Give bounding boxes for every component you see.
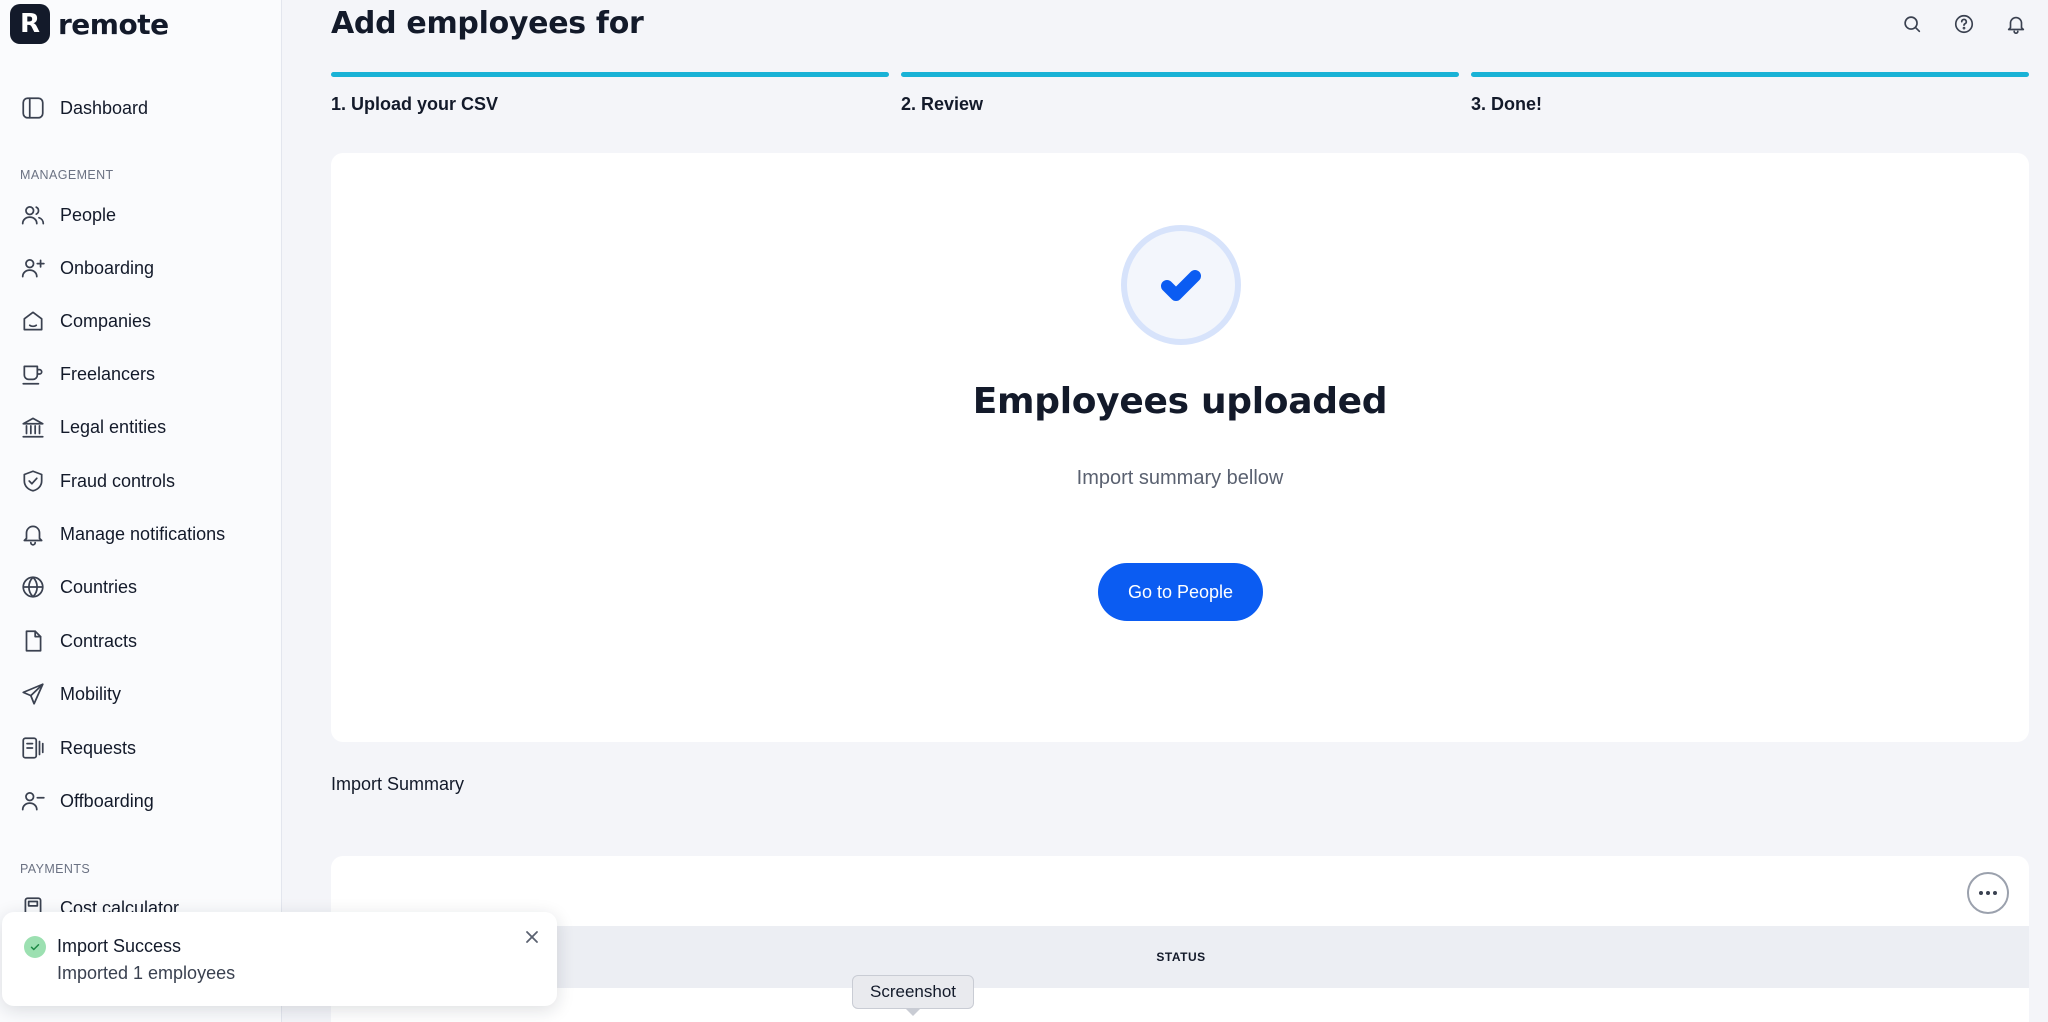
help-icon (1954, 14, 1974, 34)
sidebar-item-countries[interactable]: Countries (20, 569, 137, 605)
sidebar-item-requests[interactable]: Requests (20, 730, 136, 766)
company-icon (23, 311, 43, 331)
sidebar-item-mobility[interactable]: Mobility (20, 676, 121, 712)
search-button[interactable] (1900, 12, 1924, 36)
sidebar-item-people[interactable]: People (20, 197, 116, 233)
sidebar-item-companies[interactable]: Companies (20, 303, 151, 339)
section-label-management: MANAGEMENT (20, 168, 114, 182)
bank-icon (22, 417, 44, 438)
notifications-button[interactable] (2004, 12, 2028, 36)
step-review: 2. Review (901, 72, 1459, 115)
success-check (1121, 225, 1241, 345)
document-icon (25, 630, 42, 652)
success-subtitle: Import summary bellow (1076, 467, 1284, 489)
step-bar (901, 72, 1459, 77)
more-options-button[interactable] (1967, 872, 2009, 914)
logo-mark: R (10, 4, 50, 44)
user-plus-icon (21, 259, 45, 278)
sidebar-item-dashboard[interactable]: Dashboard (20, 90, 148, 126)
sidebar-item-contracts[interactable]: Contracts (20, 623, 137, 659)
sidebar-item-label: Legal entities (60, 416, 167, 437)
sidebar-item-label: Offboarding (60, 790, 154, 811)
sidebar-item-offboarding[interactable]: Offboarding (20, 783, 154, 819)
dot (1986, 891, 1990, 895)
paper-plane-icon (22, 683, 44, 705)
dot (1993, 891, 1997, 895)
column-header-status: STATUS (1156, 950, 1206, 964)
dot (1979, 891, 1983, 895)
step-label: 1. Upload your CSV (331, 94, 499, 114)
sidebar-item-label: Freelancers (60, 363, 156, 384)
success-title: Employees uploaded (972, 381, 1388, 422)
sidebar-item-label: Onboarding (60, 257, 155, 278)
step-label: 3. Done! (1471, 94, 1543, 114)
screenshot-tooltip: Screenshot (852, 975, 974, 1009)
search-icon (1904, 16, 1921, 33)
page-title: Add employees for (331, 6, 644, 41)
step-label: 2. Review (901, 94, 984, 114)
sidebar-item-label: Countries (60, 576, 138, 597)
shield-check-icon (23, 470, 43, 492)
tooltip-caret (905, 1008, 921, 1016)
sidebar-item-label: Manage notifications (60, 523, 226, 544)
people-icon (21, 206, 45, 225)
sidebar-item-label: Mobility (60, 683, 122, 704)
dashboard-icon (22, 97, 44, 119)
table-header: STATUS (331, 926, 2029, 988)
check-icon (30, 944, 40, 951)
bell-icon (23, 525, 43, 546)
sidebar-item-label: Requests (60, 737, 137, 758)
logo[interactable]: R remote (10, 4, 169, 44)
cup-icon (22, 365, 43, 385)
sidebar: R remote Dashboard MANAGEMENT People Onb… (0, 0, 282, 1022)
toast-check (24, 936, 46, 958)
sidebar-item-label: Companies (60, 310, 152, 331)
user-minus-icon (21, 792, 45, 811)
sidebar-item-label: Fraud controls (60, 470, 176, 491)
help-button[interactable] (1952, 12, 1976, 36)
globe-icon (22, 576, 44, 598)
sidebar-item-onboarding[interactable]: Onboarding (20, 250, 154, 286)
toast-title: Import Success (57, 936, 182, 956)
sidebar-item-label: Dashboard (60, 97, 149, 118)
success-card: Employees uploaded Import summary bellow… (331, 153, 2029, 742)
toast-close-button[interactable] (525, 930, 541, 946)
logo-text: remote (58, 7, 169, 41)
requests-icon (22, 737, 44, 759)
toast-body: Imported 1 employees (57, 963, 236, 983)
import-summary-table: STATUS (331, 856, 2029, 1022)
sidebar-item-manage-notifications[interactable]: Manage notifications (20, 516, 225, 552)
go-to-people-button[interactable]: Go to People (1098, 563, 1263, 621)
import-summary-title: Import Summary (331, 774, 465, 794)
top-icons (1900, 12, 2028, 36)
step-upload: 1. Upload your CSV (331, 72, 889, 115)
sidebar-item-label: Contracts (60, 630, 138, 651)
sidebar-item-label: People (60, 204, 117, 225)
step-bar (1471, 72, 2029, 77)
import-success-toast: Import Success Imported 1 employees (2, 912, 557, 1006)
step-bar (331, 72, 889, 77)
sidebar-item-freelancers[interactable]: Freelancers (20, 356, 155, 392)
close-icon (526, 931, 538, 943)
sidebar-item-fraud-controls[interactable]: Fraud controls (20, 463, 175, 499)
section-label-payments: PAYMENTS (20, 862, 91, 876)
sidebar-item-legal-entities[interactable]: Legal entities (20, 409, 166, 445)
bell-icon (2007, 16, 2025, 34)
step-done: 3. Done! (1471, 72, 2029, 115)
check-icon (1161, 270, 1201, 301)
